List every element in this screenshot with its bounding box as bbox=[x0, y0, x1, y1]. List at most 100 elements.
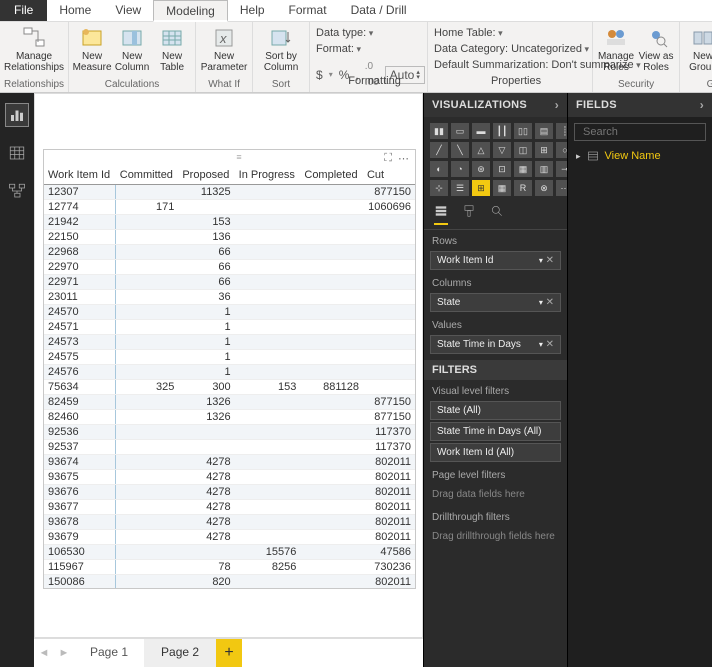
view-as-roles-button[interactable]: View as Roles bbox=[637, 24, 675, 73]
home-table-dropdown[interactable]: Home Table: bbox=[434, 25, 503, 41]
table-row[interactable]: 92536117370 bbox=[44, 425, 415, 440]
table-row[interactable]: 2296866 bbox=[44, 245, 415, 260]
focus-mode-icon[interactable]: ⛶ bbox=[384, 152, 392, 165]
fields-search[interactable] bbox=[574, 123, 706, 141]
table-row[interactable]: 936784278802011 bbox=[44, 515, 415, 530]
visual-type-item[interactable]: ⊹ bbox=[430, 180, 448, 196]
visual-type-item[interactable]: ╲ bbox=[451, 142, 469, 158]
table-row[interactable]: 1230711325877150 bbox=[44, 185, 415, 200]
table-row[interactable]: 245761 bbox=[44, 365, 415, 380]
menu-datadrill[interactable]: Data / Drill bbox=[339, 0, 419, 21]
new-column-button[interactable]: New Column bbox=[113, 24, 151, 73]
sort-by-column-button[interactable]: Sort by Column bbox=[257, 24, 305, 73]
column-header[interactable]: Work Item Id bbox=[44, 166, 116, 185]
data-view-button[interactable] bbox=[5, 141, 29, 165]
visual-type-item[interactable]: ▭ bbox=[451, 123, 469, 139]
table-row[interactable]: 115967788256730236 bbox=[44, 560, 415, 575]
visual-type-item[interactable]: ▯▯ bbox=[514, 123, 532, 139]
column-header[interactable]: In Progress bbox=[235, 166, 301, 185]
values-field-chip[interactable]: State Time in Days▾ ✕ bbox=[430, 335, 561, 354]
fields-table-item[interactable]: ▸ View Name bbox=[568, 147, 712, 165]
table-row[interactable]: 936794278802011 bbox=[44, 530, 415, 545]
data-category-dropdown[interactable]: Data Category: Uncategorized bbox=[434, 41, 589, 57]
visualizations-header[interactable]: VISUALIZATIONS› bbox=[424, 93, 567, 117]
visual-type-item[interactable]: ⊡ bbox=[493, 161, 511, 177]
menu-view[interactable]: View bbox=[103, 0, 153, 21]
table-row[interactable]: 245711 bbox=[44, 320, 415, 335]
visual-type-item[interactable]: ▽ bbox=[493, 142, 511, 158]
manage-relationships-button[interactable]: Manage Relationships bbox=[10, 24, 58, 73]
menu-home[interactable]: Home bbox=[47, 0, 103, 21]
page-tab-2[interactable]: Page 2 bbox=[145, 639, 216, 667]
column-header[interactable]: Proposed bbox=[178, 166, 234, 185]
page-prev-button[interactable]: ◄ bbox=[34, 639, 54, 667]
table-row[interactable]: 936744278802011 bbox=[44, 455, 415, 470]
visual-type-item[interactable]: ◫ bbox=[514, 142, 532, 158]
table-row[interactable]: 21942153 bbox=[44, 215, 415, 230]
table-row[interactable]: 245731 bbox=[44, 335, 415, 350]
page-next-button[interactable]: ► bbox=[54, 639, 74, 667]
visual-type-item[interactable]: ▤ bbox=[535, 123, 553, 139]
visual-type-item[interactable]: ┊ bbox=[556, 123, 567, 139]
visual-type-item[interactable]: ⊸ bbox=[556, 161, 567, 177]
format-dropdown[interactable]: Format: bbox=[316, 41, 361, 57]
manage-roles-button[interactable]: Manage Roles bbox=[597, 24, 635, 73]
new-group-button[interactable]: New Group bbox=[684, 24, 712, 73]
menu-file[interactable]: File bbox=[0, 0, 47, 21]
data-type-dropdown[interactable]: Data type: bbox=[316, 25, 373, 41]
drag-handle-icon[interactable]: ≡ bbox=[230, 152, 250, 158]
menu-format[interactable]: Format bbox=[277, 0, 339, 21]
table-row[interactable]: 936774278802011 bbox=[44, 500, 415, 515]
visual-type-item[interactable]: ▬ bbox=[472, 123, 490, 139]
report-canvas[interactable]: ≡ ⛶ ⋯ Work Item IdCommittedProposedIn Pr… bbox=[34, 93, 423, 638]
column-header[interactable]: Completed bbox=[300, 166, 363, 185]
table-row[interactable]: 824591326877150 bbox=[44, 395, 415, 410]
visual-type-item[interactable]: R bbox=[514, 180, 532, 196]
table-row[interactable]: 936764278802011 bbox=[44, 485, 415, 500]
fields-well-tab[interactable] bbox=[434, 204, 448, 225]
table-row[interactable]: 22150136 bbox=[44, 230, 415, 245]
visual-type-item[interactable]: ▥ bbox=[535, 161, 553, 177]
visual-type-item[interactable]: ┃┃ bbox=[493, 123, 511, 139]
page-tab-1[interactable]: Page 1 bbox=[74, 639, 145, 667]
format-well-tab[interactable] bbox=[462, 204, 476, 225]
visual-type-item[interactable]: ○ bbox=[556, 142, 567, 158]
table-row[interactable]: 150086820802011 bbox=[44, 575, 415, 589]
menu-help[interactable]: Help bbox=[228, 0, 277, 21]
table-row[interactable]: 127741711060696 bbox=[44, 200, 415, 215]
visual-type-item[interactable]: ◐ bbox=[430, 161, 448, 177]
table-row[interactable]: 75634325300153881128 bbox=[44, 380, 415, 395]
filter-state-time[interactable]: State Time in Days (All) bbox=[430, 422, 561, 441]
filter-state[interactable]: State (All) bbox=[430, 401, 561, 420]
table-row[interactable]: 245751 bbox=[44, 350, 415, 365]
table-row[interactable]: 824601326877150 bbox=[44, 410, 415, 425]
visual-type-item[interactable]: ▮▮ bbox=[430, 123, 448, 139]
column-header[interactable]: Committed bbox=[116, 166, 179, 185]
table-row[interactable]: 245701 bbox=[44, 305, 415, 320]
visual-type-item[interactable]: ╱ bbox=[430, 142, 448, 158]
table-row[interactable]: 2297166 bbox=[44, 275, 415, 290]
visual-type-item[interactable]: ⊗ bbox=[535, 180, 553, 196]
new-table-button[interactable]: New Table bbox=[153, 24, 191, 73]
table-row[interactable]: 92537117370 bbox=[44, 440, 415, 455]
table-row[interactable]: 2301136 bbox=[44, 290, 415, 305]
menu-modeling[interactable]: Modeling bbox=[153, 0, 228, 22]
remove-icon[interactable]: ✕ bbox=[546, 339, 554, 350]
rows-field-chip[interactable]: Work Item Id▾ ✕ bbox=[430, 251, 561, 270]
model-view-button[interactable] bbox=[5, 179, 29, 203]
new-measure-button[interactable]: New Measure bbox=[73, 24, 111, 73]
filter-work-item[interactable]: Work Item Id (All) bbox=[430, 443, 561, 462]
visual-type-item[interactable]: △ bbox=[472, 142, 490, 158]
new-parameter-button[interactable]: xNew Parameter bbox=[200, 24, 248, 73]
visual-type-item[interactable]: ◔ bbox=[451, 161, 469, 177]
visual-type-item[interactable]: ▦ bbox=[514, 161, 532, 177]
table-row[interactable]: 1065301557647586 bbox=[44, 545, 415, 560]
report-view-button[interactable] bbox=[5, 103, 29, 127]
remove-icon[interactable]: ✕ bbox=[546, 255, 554, 266]
visual-type-item[interactable]: ⊞ bbox=[472, 180, 490, 196]
visual-type-item[interactable]: ☰ bbox=[451, 180, 469, 196]
remove-icon[interactable]: ✕ bbox=[546, 297, 554, 308]
analytics-well-tab[interactable] bbox=[490, 204, 504, 225]
visual-type-item[interactable]: ▦ bbox=[493, 180, 511, 196]
fields-header[interactable]: FIELDS› bbox=[568, 93, 712, 117]
